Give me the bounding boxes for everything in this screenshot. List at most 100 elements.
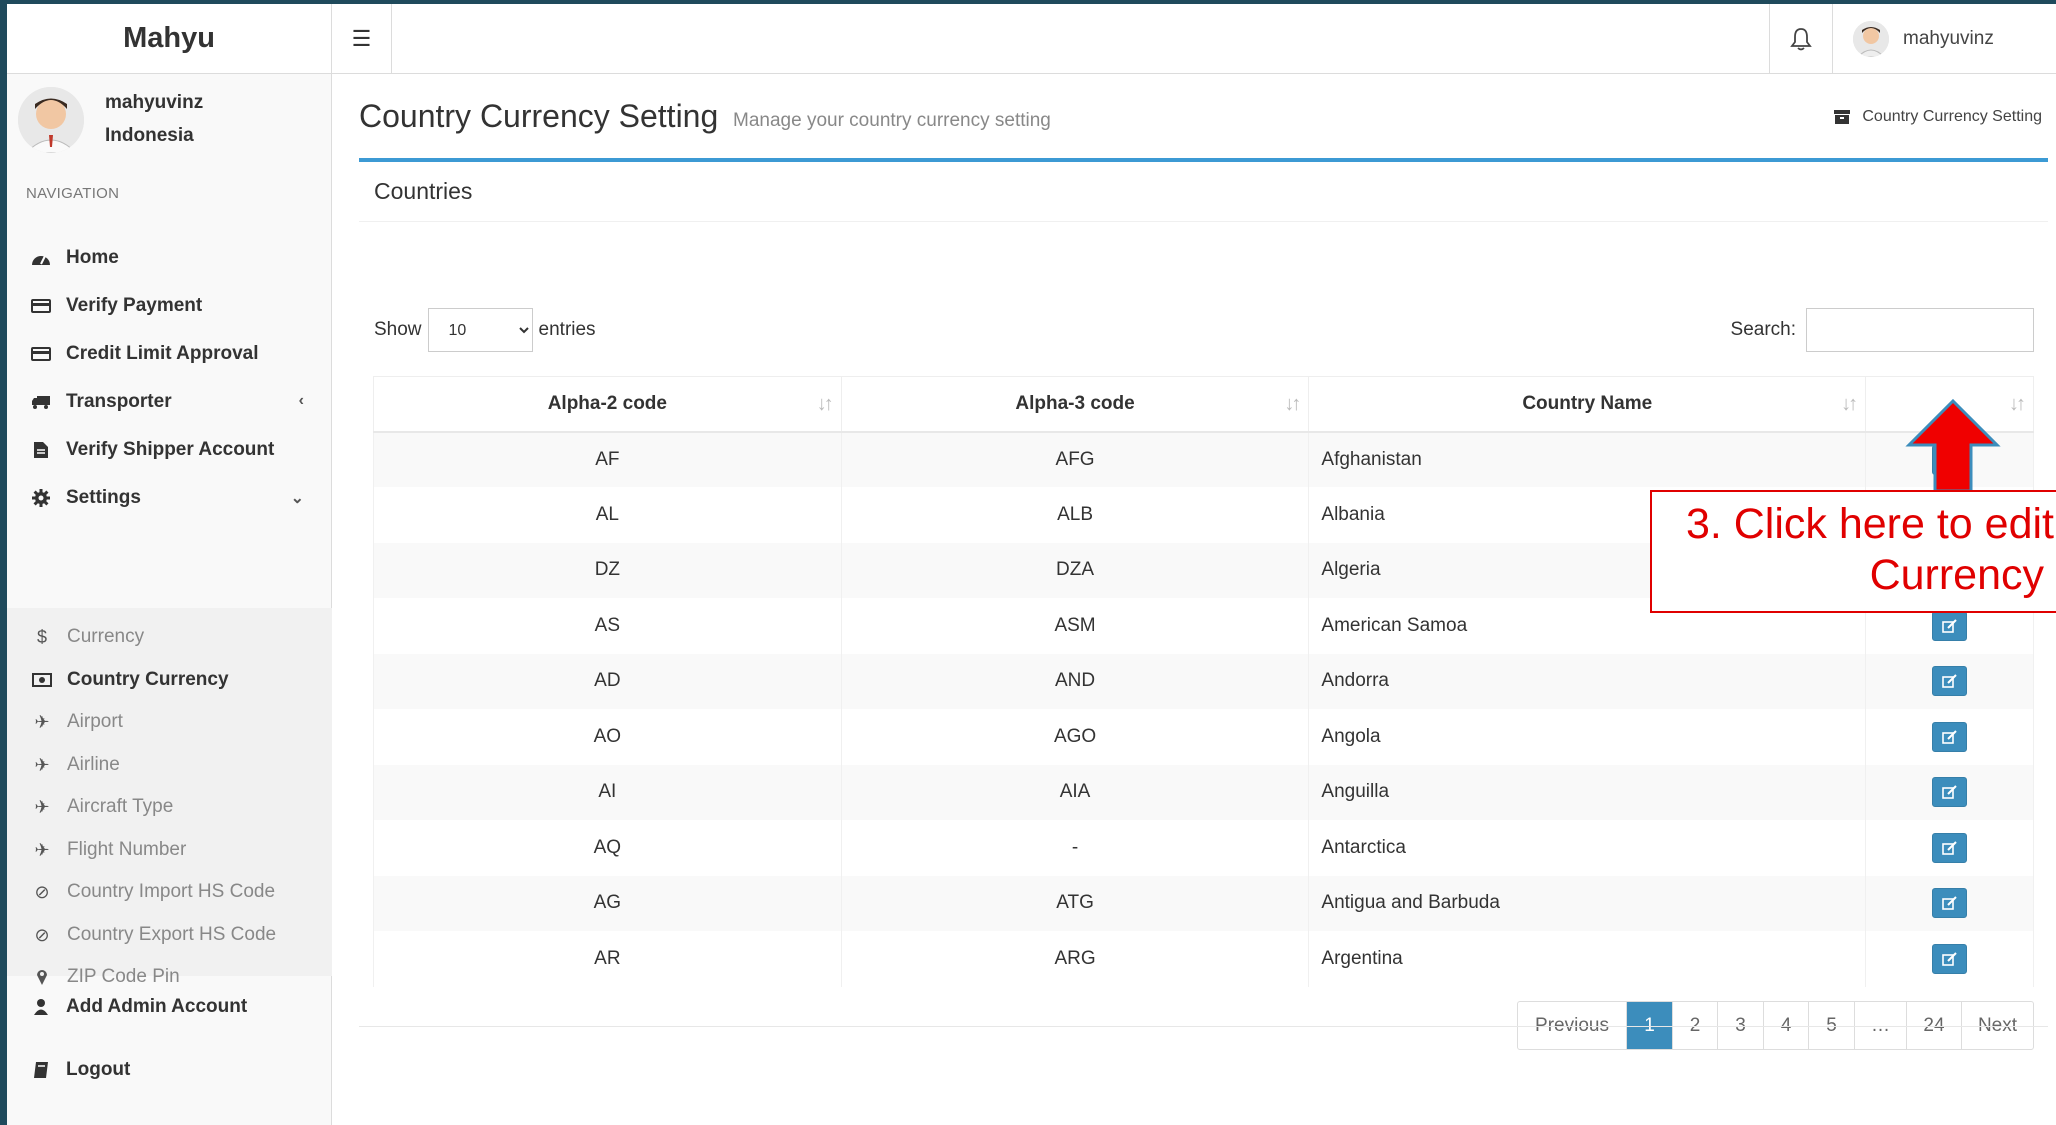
cell-country-name: Afghanistan [1308,431,1867,487]
sidebar-item-label: Settings [66,487,141,508]
user-icon [29,997,53,1017]
plane-icon: ✈ [34,839,50,860]
entries-select[interactable]: 10 [427,308,533,352]
cell-country-name: Argentina [1308,931,1867,987]
sidebar-subitem-label: Airline [67,754,120,775]
cell-action [1865,820,2034,876]
cell-alpha3: AGO [840,709,1310,765]
table-row: AD AND Andorra [373,653,2034,709]
entries-label: entries [538,319,596,340]
edit-button[interactable] [1932,666,1968,697]
cell-alpha3: ARG [840,931,1310,987]
user-panel: mahyuvinz Indonesia [7,74,331,172]
chevron-left-icon: ‹ [298,392,304,409]
edit-button[interactable] [1932,888,1968,919]
edit-icon [1941,952,1957,966]
table-header-row: Alpha-2 code ↓↑ Alpha-3 code ↓↑ Country Na… [373,376,2034,433]
brand-logo[interactable]: Mahyu [7,4,332,74]
column-header-alpha3[interactable]: Alpha-3 code ↓↑ [840,376,1310,433]
edit-button[interactable] [1932,777,1968,808]
nav-heading: NAVIGATION [26,185,120,202]
sidebar-subitem-airline[interactable]: ✈ Airline [7,744,332,786]
edit-button[interactable] [1932,943,1968,974]
credit-card-icon [29,296,53,316]
cell-action [1865,653,2034,709]
sidebar-subitem-country-export-hs-code[interactable]: ⊘ Country Export HS Code [7,914,332,956]
sidebar-subitem-label: Country Currency [67,669,229,690]
cell-action [1865,709,2034,765]
column-header-label: Country Name [1522,392,1653,414]
callout-line-2: Currency [1869,551,2044,599]
profile-name: mahyuvinz [105,92,204,113]
cell-action [1865,931,2034,987]
cell-alpha2: AQ [373,820,842,876]
instruction-callout: 3. Click here to edit Currency [1650,490,2056,613]
column-header-label: Alpha-3 code [1015,392,1135,414]
cell-alpha2: AG [373,875,842,931]
edit-icon [1941,674,1957,689]
user-menu[interactable]: mahyuvinz [1833,4,2056,74]
cell-country-name: Antarctica [1308,820,1867,876]
plane-icon: ✈ [34,711,50,732]
sidebar-subitem-airport[interactable]: ✈ Airport [7,701,332,743]
column-header-alpha2[interactable]: Alpha-2 code ↓↑ [373,376,842,433]
plane-icon: ✈ [34,754,50,775]
search-label: Search: [1730,319,1796,340]
edit-button[interactable] [1932,610,1968,641]
cell-country-name: Andorra [1308,653,1867,709]
archive-icon [1834,110,1851,124]
sidebar-subitem-country-currency[interactable]: Country Currency [7,659,332,701]
ban-icon: ⊘ [34,881,50,902]
cell-alpha2: AD [373,653,842,709]
settings-submenu: $ Currency Country Currency ✈ Airport ✈ … [7,608,332,987]
cell-alpha2: AI [373,764,842,820]
edit-icon [1941,896,1957,911]
sidebar-item-logout[interactable]: Logout [7,1040,332,1100]
callout-line-1: 3. Click here to edit [1685,500,2054,548]
cell-action [1865,764,2034,820]
table-row: AG ATG Antigua and Barbuda [373,875,2034,931]
edit-button[interactable] [1932,721,1968,752]
table-row: AF AFG Afghanistan [373,431,2034,487]
cell-alpha2: AF [373,431,842,487]
column-header-country-name[interactable]: Country Name ↓↑ [1308,376,1867,433]
sort-icon: ↓↑ [816,393,834,415]
edit-icon [1941,619,1957,633]
cell-alpha3: AIA [840,764,1310,820]
edit-icon [1941,785,1957,800]
breadcrumb[interactable]: Country Currency Setting [1834,108,2042,126]
cell-alpha3: AND [840,653,1310,709]
column-header-label: Alpha-2 code [547,392,667,414]
sidebar-item-label: Verify Shipper Account [66,439,275,460]
notifications-button[interactable] [1769,4,1833,74]
sidebar-item-label: Logout [66,1059,131,1080]
app-window: Mahyu ☰ mahyuvinz mahyuvinz Indonesia NA… [7,4,2056,1125]
cell-alpha2: DZ [373,542,842,598]
truck-icon [29,392,53,412]
edit-button[interactable] [1932,832,1968,863]
search-input[interactable] [1806,308,2034,352]
sidebar-subitem-country-import-hs-code[interactable]: ⊘ Country Import HS Code [7,871,332,913]
chevron-down-icon: ⌄ [290,490,304,507]
bell-icon [1790,28,1812,51]
sidebar-item-add-admin-account[interactable]: Add Admin Account [7,977,332,1037]
sidebar-subitem-currency[interactable]: $ Currency [7,616,332,658]
cell-alpha3: ALB [840,487,1310,543]
sidebar-item-label: Home [66,247,119,268]
sidebar-item-label: Verify Payment [66,295,203,316]
dashboard-icon [29,248,53,268]
cell-country-name: Antigua and Barbuda [1308,875,1867,931]
table-row: AI AIA Anguilla [373,764,2034,820]
sidebar-toggle-button[interactable]: ☰ [332,4,392,74]
gear-icon [29,488,53,508]
credit-card-icon [29,344,53,364]
sidebar-item-settings[interactable]: Settings ⌄ [7,468,332,528]
avatar [1853,21,1889,57]
sidebar-subitem-flight-number[interactable]: ✈ Flight Number [7,829,332,871]
sidebar-subitem-label: Country Import HS Code [67,881,276,902]
brand-name: Mahyu [123,22,215,54]
book-icon [29,1060,53,1080]
table-row: AO AGO Angola [373,709,2034,765]
sidebar-subitem-aircraft-type[interactable]: ✈ Aircraft Type [7,786,332,828]
cell-country-name: Angola [1308,709,1867,765]
